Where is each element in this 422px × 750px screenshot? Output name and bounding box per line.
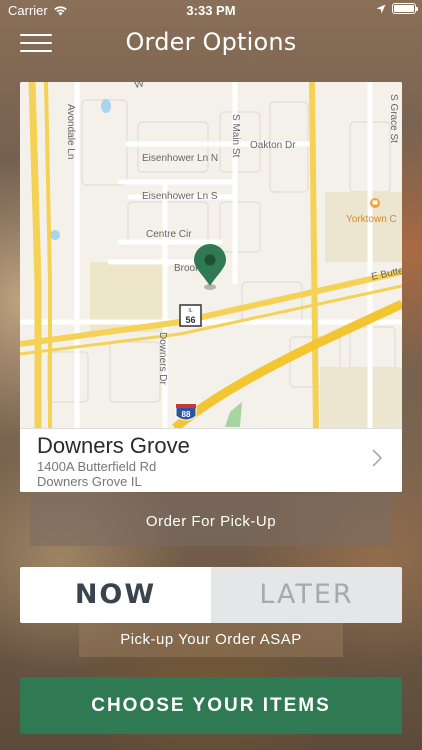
timing-now-option[interactable]: NOW (20, 567, 211, 623)
timing-toggle: NOW LATER (20, 567, 402, 623)
status-bar: Carrier 3:33 PM (0, 0, 422, 22)
svg-text:88: 88 (182, 410, 191, 419)
map-label-yorktown: Yorktown C (346, 214, 397, 225)
map-label-eisenhower-s: Eisenhower Ln S (142, 191, 218, 202)
store-map[interactable]: W Avondale Ln S Main St S Grace St Oakto… (20, 82, 402, 428)
interstate-88-shield-icon: 88 (175, 403, 197, 421)
location-arrow-icon (376, 4, 386, 13)
battery-icon (392, 3, 418, 14)
location-card: W Avondale Ln S Main St S Grace St Oakto… (20, 82, 402, 492)
order-type-button[interactable]: Order For Pick-Up (30, 494, 392, 546)
asap-label: Pick-up Your Order ASAP (79, 623, 343, 657)
map-label-downers-dr: Downers Dr (157, 332, 168, 385)
route-56-shield-icon: IL 56 (179, 304, 202, 327)
map-label-grace: S Grace St (388, 94, 399, 143)
shopping-poi-icon (370, 198, 380, 208)
store-location-row[interactable]: Downers Grove 1400A Butterfield Rd Downe… (20, 428, 402, 492)
choose-items-button[interactable]: CHOOSE YOUR ITEMS (20, 677, 402, 734)
svg-text:IL: IL (188, 308, 192, 314)
map-label-eisenhower-n: Eisenhower Ln N (142, 153, 218, 164)
map-label-main-st: S Main St (230, 114, 241, 158)
chevron-right-icon (372, 449, 382, 467)
svg-text:56: 56 (185, 315, 195, 325)
clock: 3:33 PM (186, 3, 236, 18)
store-address-line2: Downers Grove IL (37, 474, 142, 489)
store-address-line1: 1400A Butterfield Rd (37, 459, 157, 474)
store-name: Downers Grove (37, 433, 190, 458)
timing-later-option[interactable]: LATER (211, 567, 402, 623)
nav-bar: Order Options (0, 22, 422, 66)
map-label-oakton: Oakton Dr (250, 140, 296, 151)
map-label-avondale: Avondale Ln (65, 104, 76, 159)
map-label-centre: Centre Cir (146, 229, 192, 240)
page-title: Order Options (125, 28, 297, 56)
battery-level (394, 5, 414, 12)
